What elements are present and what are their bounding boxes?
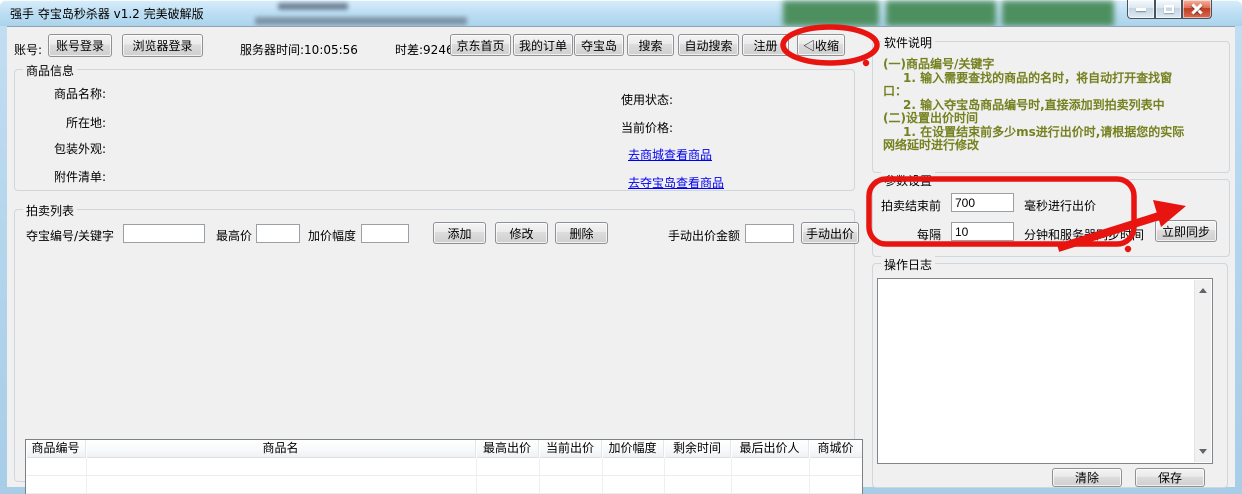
minimize-icon	[1136, 8, 1146, 12]
background-blur-text	[255, 17, 467, 25]
keyword-label: 夺宝编号/关键字	[26, 229, 115, 243]
sync-now-button[interactable]: 立即同步	[1155, 220, 1217, 242]
increment-input[interactable]	[361, 224, 409, 243]
product-name-label: 商品名称:	[53, 87, 106, 101]
column-header[interactable]: 商城价	[809, 440, 862, 458]
sync-interval-suffix: 分钟和服务器同步时间	[1024, 228, 1145, 242]
view-in-duobaodao-link[interactable]: 去夺宝岛查看商品	[628, 174, 724, 191]
app-window: 强手 夺宝岛秒杀器 v1.2 完美破解版 账号: 账号登录 浏览器登录 服务器时…	[0, 0, 1242, 494]
auction-table-header: 商品编号 商品名 最高出价 当前出价 加价幅度 剩余时间 最后出价人 商城价	[26, 440, 862, 458]
scroll-down-icon[interactable]	[1199, 449, 1207, 454]
account-login-button[interactable]: 账号登录	[48, 34, 112, 57]
sync-interval-label: 每隔	[916, 228, 941, 242]
window-title: 强手 夺宝岛秒杀器 v1.2 完美破解版	[10, 7, 204, 21]
sync-interval-input[interactable]	[951, 222, 1014, 241]
column-header[interactable]: 最后出价人	[731, 440, 809, 458]
background-green-button	[886, 1, 996, 26]
log-group: 操作日志 清除 保存	[872, 256, 1228, 488]
log-textarea[interactable]	[877, 278, 1213, 464]
save-log-button[interactable]: 保存	[1135, 468, 1205, 487]
search-button[interactable]: 搜索	[627, 34, 674, 56]
column-header[interactable]: 商品名	[86, 440, 476, 458]
package-label: 包装外观:	[53, 142, 106, 156]
location-label: 所在地:	[65, 116, 106, 130]
maximize-button[interactable]	[1155, 0, 1182, 19]
bid-before-input[interactable]	[951, 193, 1014, 212]
client-area: 账号: 账号登录 浏览器登录 服务器时间:10:05:56 时差:9246ms …	[7, 26, 1235, 494]
max-price-label: 最高价	[216, 229, 253, 243]
view-in-mall-link[interactable]: 去商城查看商品	[628, 146, 712, 163]
auction-table-body	[26, 458, 862, 494]
column-header[interactable]: 商品编号	[26, 440, 86, 458]
usage-status-label: 使用状态:	[621, 93, 674, 107]
software-notes-text: (一)商品编号/关键字 1. 输入需要查找的商品的名时，将自动打开查找窗口： 2…	[883, 57, 1185, 152]
account-label: 账号:	[14, 43, 43, 57]
close-button[interactable]	[1182, 0, 1212, 19]
column-header[interactable]: 最高出价	[476, 440, 539, 458]
keyword-input[interactable]	[123, 224, 205, 243]
increment-label: 加价幅度	[308, 229, 357, 243]
title-bar: 强手 夺宝岛秒杀器 v1.2 完美破解版	[0, 0, 1242, 26]
auction-list-group: 拍卖列表 夺宝编号/关键字 最高价 加价幅度 添加 修改 删除 手动出价金额 手…	[14, 202, 863, 494]
column-header[interactable]: 剩余时间	[664, 440, 731, 458]
manual-bid-amount-label: 手动出价金额	[668, 229, 741, 243]
column-header[interactable]: 加价幅度	[602, 440, 664, 458]
bid-before-suffix: 毫秒进行出价	[1024, 199, 1097, 213]
server-time: 服务器时间:10:05:56	[240, 43, 358, 57]
auction-table: 商品编号 商品名 最高出价 当前出价 加价幅度 剩余时间 最后出价人 商城价	[25, 439, 863, 494]
modify-button[interactable]: 修改	[495, 222, 548, 244]
background-blur-text	[278, 3, 348, 10]
background-green-button	[783, 1, 879, 26]
accessories-label: 附件清单:	[53, 170, 106, 184]
max-price-input[interactable]	[256, 224, 300, 243]
manual-bid-button[interactable]: 手动出价	[801, 222, 859, 244]
log-group-label: 操作日志	[881, 256, 936, 273]
collapse-button[interactable]: ◁收缩	[797, 34, 845, 56]
auction-list-group-label: 拍卖列表	[23, 202, 78, 219]
maximize-icon	[1163, 5, 1174, 13]
software-notes-group: 软件说明 (一)商品编号/关键字 1. 输入需要查找的商品的名时，将自动打开查找…	[872, 34, 1230, 173]
clear-log-button[interactable]: 清除	[1052, 468, 1122, 487]
duobaodao-button[interactable]: 夺宝岛	[574, 34, 624, 56]
log-scrollbar[interactable]	[1194, 280, 1211, 462]
product-info-group: 商品信息 商品名称: 所在地: 包装外观: 附件清单: 使用状态: 当前价格: …	[14, 62, 855, 191]
software-notes-group-label: 软件说明	[881, 34, 936, 51]
browser-login-button[interactable]: 浏览器登录	[122, 34, 203, 57]
params-group: 参数设置 拍卖结束前 毫秒进行出价 每隔 分钟和服务器同步时间 立即同步	[872, 172, 1230, 257]
my-orders-button[interactable]: 我的订单	[513, 34, 573, 56]
minimize-button[interactable]	[1127, 0, 1155, 19]
params-group-label: 参数设置	[881, 172, 936, 189]
product-info-group-label: 商品信息	[23, 62, 78, 79]
auto-search-button[interactable]: 自动搜索	[678, 34, 739, 56]
manual-bid-amount-input[interactable]	[745, 224, 794, 243]
add-button[interactable]: 添加	[433, 222, 486, 244]
current-price-label: 当前价格:	[621, 121, 674, 135]
column-header[interactable]: 当前出价	[539, 440, 602, 458]
jd-home-button[interactable]: 京东首页	[450, 34, 511, 56]
delete-button[interactable]: 删除	[555, 222, 608, 244]
scroll-up-icon[interactable]	[1199, 288, 1207, 293]
bid-before-label: 拍卖结束前	[880, 199, 941, 213]
register-button[interactable]: 注册	[742, 34, 789, 56]
background-green-button	[1002, 1, 1114, 26]
